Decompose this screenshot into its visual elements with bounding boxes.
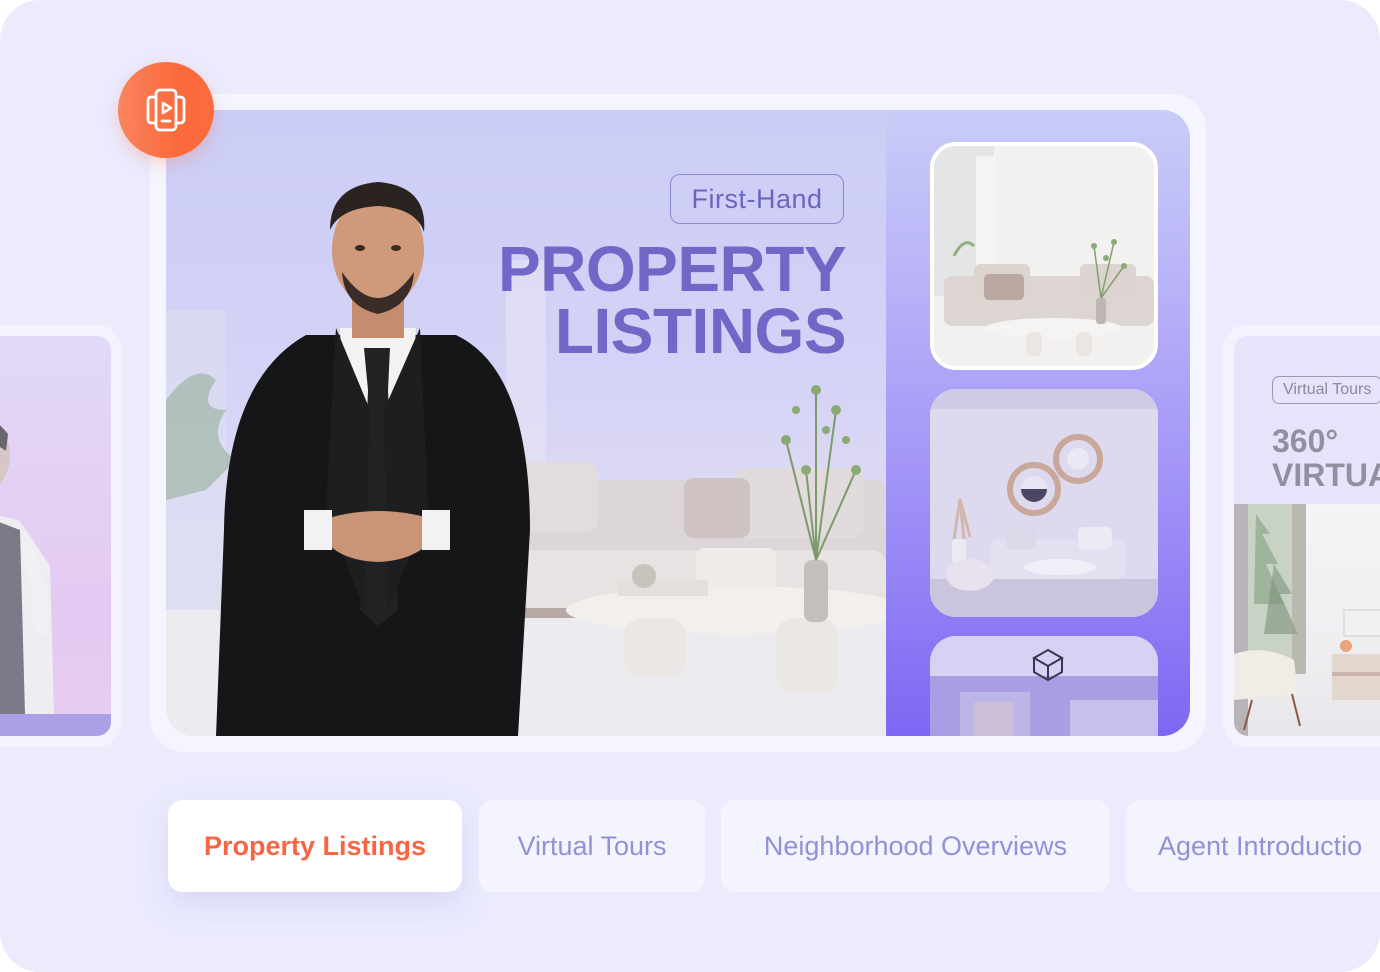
right-preview-card[interactable]: Virtual Tours 360° VIRTUA: [1234, 336, 1380, 736]
virtual-tour-room-photo: [1234, 504, 1380, 736]
tab-agent-introductions[interactable]: Agent Introductio: [1126, 800, 1380, 892]
female-agent-avatar: [0, 425, 54, 714]
tab-property-listings-label: Property Listings: [203, 830, 427, 861]
video-carousel-badge[interactable]: [118, 62, 214, 158]
headline-line2: LISTINGS: [554, 295, 847, 367]
first-hand-badge: First-Hand: [670, 174, 844, 224]
virtual-tour-title: 360° VIRTUA: [1272, 424, 1380, 492]
male-agent-avatar: [216, 182, 530, 736]
main-preview-card[interactable]: First-Hand PROPERTY LISTINGS: [166, 110, 1190, 736]
virtual-tours-badge: Virtual Tours: [1272, 376, 1380, 404]
property-listings-headline: PROPERTY LISTINGS: [497, 233, 847, 367]
ceiling-light-room-thumbnail[interactable]: [930, 636, 1158, 736]
virtual-tour-title-line1: 360°: [1272, 423, 1339, 459]
living-room-mirrors-thumbnail[interactable]: [930, 389, 1158, 617]
left-preview-card[interactable]: [0, 336, 111, 736]
tab-neighborhood-overviews[interactable]: Neighborhood Overviews: [721, 800, 1110, 892]
video-carousel-icon: [146, 88, 186, 132]
tab-virtual-tours-label: Virtual Tours: [517, 830, 667, 861]
headline-line1: PROPERTY: [497, 233, 847, 305]
tab-virtual-tours[interactable]: Virtual Tours: [479, 800, 705, 892]
living-room-sofa-thumbnail[interactable]: [930, 142, 1158, 370]
tab-property-listings[interactable]: Property Listings: [168, 800, 462, 892]
tab-neighborhood-overviews-label: Neighborhood Overviews: [763, 830, 1068, 861]
tab-agent-introductions-label: Agent Introductio: [1158, 830, 1363, 861]
virtual-tour-title-line2: VIRTUA: [1272, 457, 1380, 493]
left-preview-caption-bar: [0, 714, 111, 736]
page: Virtual Tours 360° VIRTUA First-Hand PRO…: [0, 0, 1380, 972]
